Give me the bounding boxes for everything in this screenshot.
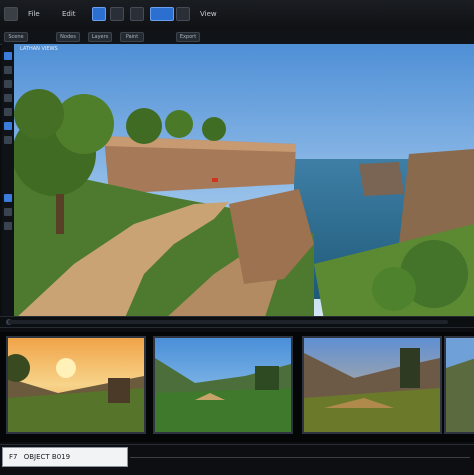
menu-file[interactable]: File [28,7,40,21]
thumbnail-valley-day[interactable] [153,336,293,434]
title-bar: File Edit View [0,0,474,31]
scroll-track[interactable] [8,320,448,324]
brush-tool-icon[interactable] [4,108,12,116]
tab-layers[interactable]: Layers [88,32,112,42]
thumbnail-mountain-image [304,338,440,432]
thumbnail-valley-image [155,338,291,432]
viewport-title: LATHAN VIEWS [20,46,58,52]
terrain-tool-icon[interactable] [4,122,12,130]
tab-paint[interactable]: Paint [120,32,144,42]
thumbnail-sunset-image [8,338,144,432]
grid-icon[interactable] [130,7,144,21]
settings-icon[interactable] [176,7,190,21]
status-text: OBJECT B019 [23,453,71,461]
landscape-render [14,44,474,320]
thumbnail-ridge[interactable] [444,336,474,434]
menu-edit[interactable]: Edit [62,7,76,21]
tab-nodes[interactable]: Nodes [56,32,80,42]
status-bar: F7 OBJECT B019 [0,444,474,475]
thumbnail-ridge-image [446,338,474,432]
camera-icon[interactable] [150,7,174,21]
layer-tool-icon[interactable] [4,194,12,202]
rotate-tool-icon[interactable] [4,80,12,88]
render-icon[interactable] [110,7,124,21]
app-logo-icon[interactable] [4,7,18,21]
move-tool-icon[interactable] [4,66,12,74]
scene-viewport[interactable]: LATHAN VIEWS [14,44,474,320]
status-label: F7 [9,453,18,461]
thumbnail-sunset-meadow[interactable] [6,336,146,434]
tab-scene[interactable]: Scene [4,32,28,42]
menu-view[interactable]: View [200,7,217,21]
thumbnail-mountain-dusk[interactable] [302,336,442,434]
view-icon[interactable] [92,7,106,21]
tab-export[interactable]: Export [176,32,200,42]
eraser-tool-icon[interactable] [4,136,12,144]
status-field[interactable]: F7 OBJECT B019 [2,447,128,467]
thumbnail-strip [0,332,474,442]
light-tool-icon[interactable] [4,208,12,216]
camera-tool-icon[interactable] [4,222,12,230]
tab-strip: Scene Nodes Layers Paint Export [0,30,474,45]
viewport-scrollbar[interactable] [0,316,474,328]
status-divider [130,457,470,458]
scale-tool-icon[interactable] [4,94,12,102]
select-tool-icon[interactable] [4,52,12,60]
